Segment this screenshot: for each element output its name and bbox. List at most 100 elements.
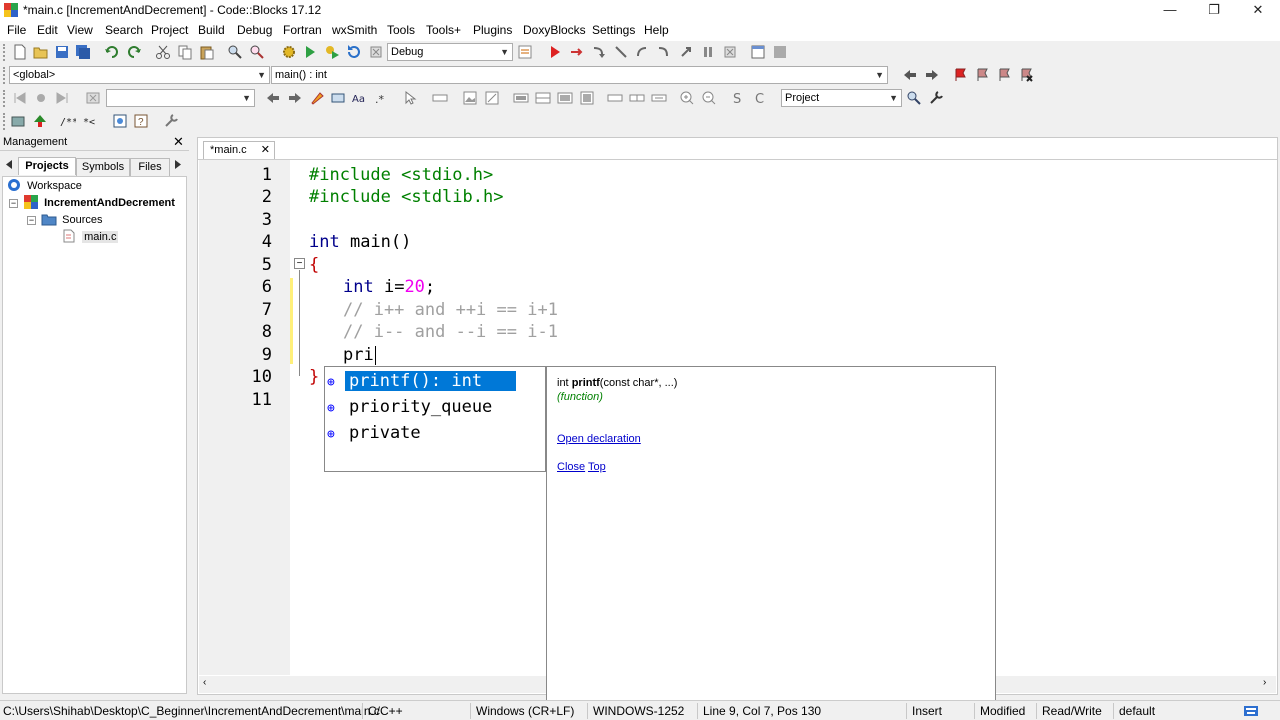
record-icon[interactable] [33, 90, 49, 106]
debug-start-icon[interactable] [547, 44, 563, 60]
toolbar-grip[interactable] [3, 44, 6, 61]
run-chm-icon[interactable]: ? [133, 113, 149, 129]
selected-text-only-icon[interactable] [330, 90, 346, 106]
jump-back-icon[interactable] [902, 67, 918, 83]
step-into-icon[interactable] [635, 44, 651, 60]
abort-icon[interactable] [368, 44, 384, 60]
block-comment-icon[interactable]: /** [60, 113, 76, 129]
tab-files[interactable]: Files [130, 158, 170, 176]
redo-icon[interactable] [126, 44, 142, 60]
build-and-run-icon[interactable] [324, 44, 340, 60]
debug-windows-icon[interactable] [750, 44, 766, 60]
toolbar-grip[interactable] [3, 113, 6, 130]
tree-sources-folder[interactable]: − Sources [27, 212, 102, 229]
wrench-icon[interactable] [928, 90, 944, 106]
doxy-config-icon[interactable] [163, 113, 179, 129]
autocomplete-item[interactable]: ⊕ printf(): int [327, 368, 517, 394]
toggle-bookmark-icon[interactable] [952, 67, 968, 83]
tree-project[interactable]: − IncrementAndDecrement [9, 195, 175, 212]
menu-tools-plus[interactable]: Tools+ [426, 23, 461, 37]
close-doc-link[interactable]: Close [557, 461, 585, 473]
code-line-4[interactable]: int main() [309, 231, 411, 253]
splitter-tool-icon[interactable] [629, 90, 645, 106]
code-line-6[interactable]: int i=20; [343, 276, 435, 298]
close-window-button[interactable]: ✕ [1236, 0, 1280, 20]
incremental-search-input[interactable]: ▼ [106, 89, 255, 107]
toolbar-grip[interactable] [3, 67, 6, 84]
layout-tool-icon[interactable] [484, 90, 500, 106]
menu-fortran[interactable]: Fortran [283, 23, 322, 37]
menu-help[interactable]: Help [644, 23, 669, 37]
build-target-select[interactable]: Debug ▼ [387, 43, 513, 61]
clear-bookmarks-icon[interactable] [1018, 67, 1034, 83]
code-line-8[interactable]: // i-- and --i == i-1 [343, 321, 558, 343]
search-scope-select[interactable]: Project ▼ [781, 89, 902, 107]
autocomplete-list[interactable]: ⊕ printf(): int ⊕ priority_queue ⊕ private [324, 366, 546, 472]
symbol-c-icon[interactable]: C [752, 90, 768, 106]
copy-icon[interactable] [177, 44, 193, 60]
toolbar-grip[interactable] [3, 90, 6, 107]
tab-scroll-left-icon[interactable] [5, 160, 13, 169]
spacer-tool-icon[interactable] [607, 90, 623, 106]
paste-icon[interactable] [199, 44, 215, 60]
code-line-1[interactable]: #include <stdio.h> [309, 164, 493, 186]
open-folder-icon[interactable] [33, 44, 49, 60]
save-all-icon[interactable] [75, 44, 91, 60]
menu-search[interactable]: Search [105, 23, 143, 37]
cut-icon[interactable] [155, 44, 171, 60]
debug-forward-icon[interactable] [54, 90, 70, 106]
zoom-in-icon[interactable] [679, 90, 695, 106]
autocomplete-item[interactable]: ⊕ private [327, 420, 421, 446]
tree-file-main-c[interactable]: main.c [63, 229, 119, 246]
jump-forward-icon[interactable] [924, 67, 940, 83]
next-line-icon[interactable] [591, 44, 607, 60]
menu-edit[interactable]: Edit [37, 23, 58, 37]
highlight-icon[interactable] [309, 90, 325, 106]
step-instruction-icon[interactable] [678, 44, 694, 60]
top-doc-link[interactable]: Top [588, 461, 606, 473]
rectangle-tool-icon[interactable] [432, 90, 448, 106]
save-icon[interactable] [54, 44, 70, 60]
collapse-project-icon[interactable]: − [9, 199, 18, 208]
menu-build[interactable]: Build [198, 23, 225, 37]
expand-tool-icon[interactable] [651, 90, 667, 106]
pause-icon[interactable] [700, 44, 716, 60]
next-instruction-icon[interactable] [613, 44, 629, 60]
box-tool-icon[interactable] [579, 90, 595, 106]
scroll-right-icon[interactable]: › [1263, 677, 1266, 688]
code-line-9[interactable]: pri [343, 344, 374, 366]
replace-icon[interactable] [249, 44, 265, 60]
function-select[interactable]: main() : int ▼ [271, 66, 888, 84]
frame-tool-icon[interactable] [557, 90, 573, 106]
build-target-options-icon[interactable] [517, 44, 533, 60]
zoom-out-icon[interactable] [701, 90, 717, 106]
undo-icon[interactable] [104, 44, 120, 60]
code-line-2[interactable]: #include <stdlib.h> [309, 186, 503, 208]
clear-search-icon[interactable] [85, 90, 101, 106]
restore-button[interactable]: ❐ [1192, 0, 1236, 20]
menu-debug[interactable]: Debug [237, 23, 272, 37]
code-line-7[interactable]: // i++ and ++i == i+1 [343, 299, 558, 321]
scroll-left-icon[interactable]: ‹ [203, 677, 206, 688]
doxywizard-icon[interactable] [10, 113, 26, 129]
fold-toggle-icon[interactable]: − [294, 258, 305, 269]
tab-scroll-right-icon[interactable] [174, 160, 182, 169]
run-html-icon[interactable] [112, 113, 128, 129]
search-next-icon[interactable] [287, 90, 303, 106]
image-tool-icon[interactable] [462, 90, 478, 106]
code-line-5[interactable]: { [309, 254, 319, 276]
search-symbol-icon[interactable] [906, 90, 922, 106]
run-to-cursor-icon[interactable] [569, 44, 585, 60]
open-declaration-link[interactable]: Open declaration [557, 433, 641, 445]
debug-back-icon[interactable] [12, 90, 28, 106]
menu-plugins[interactable]: Plugins [473, 23, 512, 37]
tab-symbols[interactable]: Symbols [76, 158, 130, 176]
line-comment-icon[interactable]: *< [83, 113, 99, 129]
stop-debug-icon[interactable] [722, 44, 738, 60]
extract-docs-icon[interactable] [32, 113, 48, 129]
regex-icon[interactable]: .* [372, 90, 388, 106]
tab-main-c[interactable]: *main.c ✕ [203, 141, 275, 159]
grid-tool-icon[interactable] [535, 90, 551, 106]
search-previous-icon[interactable] [265, 90, 281, 106]
close-tab-icon[interactable]: ✕ [261, 142, 270, 159]
